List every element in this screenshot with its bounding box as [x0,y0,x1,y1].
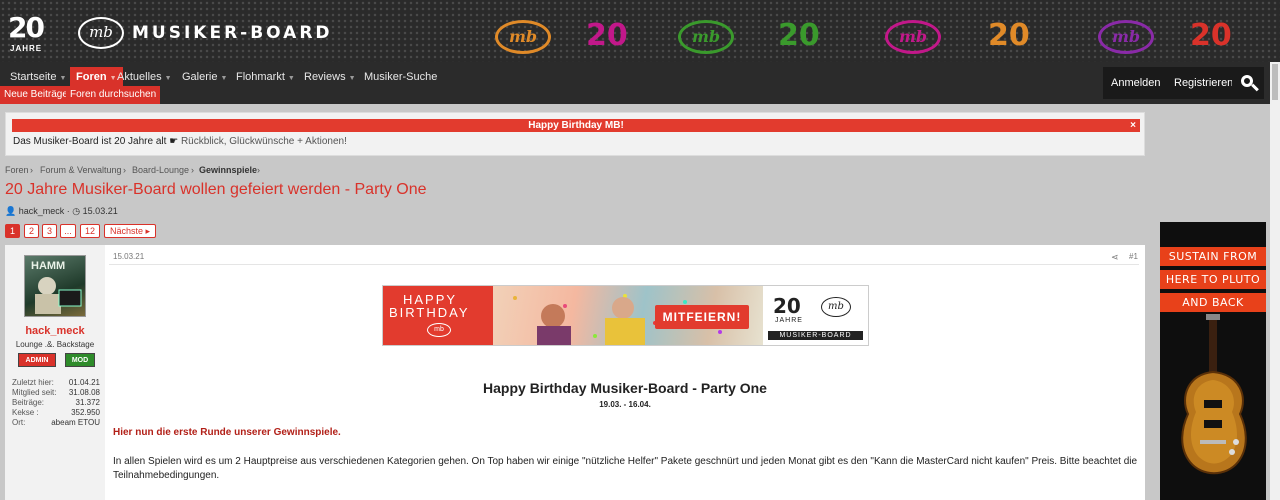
post-intro: Hier nun die erste Runde unserer Gewinns… [113,427,341,438]
post-userbox: HAMM hack_meck Lounge .&. Backstage ADMI… [5,245,105,500]
notice-text: Das Musiker-Board ist 20 Jahre alt ☛ Rüc… [13,136,347,147]
page-12[interactable]: 12 [80,224,100,238]
mod-badge: MOD [65,353,95,367]
chevron-right-icon: › [191,165,194,175]
banner-logo-panel: 20 JAHRE mb MUSIKER-BOARD [763,286,868,345]
scrollbar-thumb[interactable] [1272,64,1278,100]
chevron-down-icon[interactable]: ▼ [349,75,356,82]
stat-member-since: Mitglied seit: 31.08.08 [12,388,100,397]
nav-tab-flohmarkt[interactable]: Flohmarkt ▼ [232,67,299,87]
nav-tab-musiker-suche[interactable]: Musiker-Suche [360,67,441,87]
chevron-right-icon: › [30,165,33,175]
divider [109,264,1139,265]
deco-mb-logo: mb [678,20,734,54]
post-username[interactable]: hack_meck [5,325,105,337]
register-button[interactable]: Registrieren [1166,67,1242,99]
page-2[interactable]: 2 [24,224,39,238]
post-number[interactable]: #1 [1129,252,1138,261]
user-icon: 👤 [5,206,17,216]
nav-tab-reviews[interactable]: Reviews ▼ [300,67,360,87]
logo-mb-icon: mb [78,17,124,49]
deco-20-logo: 20 [988,18,1030,53]
notice-link[interactable]: Rückblick, Glückwünsche + Aktionen! [181,136,347,147]
site-header: 20 JAHRE mb MUSIKER-BOARD mb 20 mb 20 mb 20 mb… [0,0,1280,62]
post: HAMM hack_meck Lounge .&. Backstage ADMI… [5,245,1145,500]
deco-20-logo: 20 [778,18,820,53]
user-title: Lounge .&. Backstage [15,340,95,349]
thread-meta: 👤 hack_meck · ◷ 15.03.21 [5,206,118,216]
chevron-down-icon[interactable]: ▼ [165,75,172,82]
logo-text: MUSIKER-BOARD [132,23,333,43]
breadcrumb-board-lounge[interactable]: Board-Lounge [132,165,189,175]
close-icon[interactable]: × [1130,119,1136,132]
chevron-down-icon[interactable]: ▼ [59,75,66,82]
side-advertisement[interactable]: SUSTAIN FROM HERE TO PLUTO AND BACK [1160,222,1266,500]
chevron-down-icon[interactable]: ▼ [288,75,295,82]
main-nav: Startseite ▼ Foren ▼ Aktuelles ▼ Galerie ▼ F… [0,62,1280,104]
user-stats: Zuletzt hier: 01.04.21 Mitglied seit: 31.0… [12,378,100,428]
logo-20: 20 [8,11,45,44]
nav-tab-aktuelles[interactable]: Aktuelles ▼ [113,67,176,87]
scrollbar-track-side[interactable] [1270,104,1280,500]
stat-last-seen: Zuletzt hier: 01.04.21 [12,378,100,387]
post-dates: 19.03. - 16.04. [599,400,651,409]
stat-cookies: Kekse :352.950 [12,408,100,417]
breadcrumb-forum-verwaltung[interactable]: Forum & Verwaltung [40,165,122,175]
subnav-new-posts[interactable]: Neue Beiträge [0,86,72,104]
thread-title: 20 Jahre Musiker-Board wollen gefeiert w… [5,181,427,198]
stat-posts: Beiträge: 31.372 [12,398,100,407]
thread-author[interactable]: hack_meck [19,206,65,216]
notice-title-bar: Happy Birthday MB! × [12,119,1140,132]
thread-date[interactable]: 15.03.21 [83,206,118,216]
page-ellipsis[interactable]: ... [60,224,76,238]
birthday-banner[interactable]: HAPPY BIRTHDAY mb MITFEIERN! 20 JAHRE mb… [382,285,869,346]
post-date[interactable]: 15.03.21 [113,252,144,261]
deco-20-logo: 20 [1190,18,1232,53]
admin-badge: ADMIN [18,353,56,367]
deco-20-logo: 20 [586,18,628,53]
post-heading: Happy Birthday Musiker-Board - Party One [483,380,767,396]
guitar-image [1181,314,1247,475]
nav-tab-galerie[interactable]: Galerie ▼ [178,67,231,87]
mitfeiern-button[interactable]: MITFEIERN! [655,305,749,329]
deco-mb-logo: mb [885,20,941,54]
breadcrumb-gewinnspiele[interactable]: Gewinnspiele [199,165,257,175]
deco-mb-logo: mb [1098,20,1154,54]
subnav-search-forums[interactable]: Foren durchsuchen [66,86,161,104]
chevron-right-icon: › [257,165,260,175]
pointing-hand-icon: ☛ [169,136,179,147]
chevron-down-icon[interactable]: ▼ [220,75,227,82]
nav-tab-startseite[interactable]: Startseite ▼ [6,67,70,87]
login-button[interactable]: Anmelden [1103,67,1169,99]
breadcrumb-foren[interactable]: Foren [5,165,29,175]
notice-title: Happy Birthday MB! [528,120,624,131]
deco-mb-logo: mb [495,20,551,54]
logo-jahre: JAHRE [10,44,43,53]
banner-red-panel: HAPPY BIRTHDAY mb [383,286,493,345]
clock-icon: ◷ [72,206,81,216]
chevron-right-icon: › [123,165,126,175]
page-3[interactable]: 3 [42,224,57,238]
share-icon[interactable]: ⋖ [1111,252,1119,263]
mb-logo-icon: mb [427,323,451,337]
notice-box: Happy Birthday MB! × Das Musiker-Board i… [5,112,1145,156]
avatar-figure [35,277,82,314]
page-1[interactable]: 1 [5,224,20,238]
mb-logo-icon: mb [821,297,851,317]
avatar[interactable]: HAMM [24,255,86,317]
next-page-button[interactable]: Nächste ▸ [104,224,156,238]
search-button[interactable] [1232,67,1264,99]
post-body: In allen Spielen wird es um 2 Hauptpreis… [113,456,1138,481]
stat-location: Ort: abeam ETOU [12,418,100,427]
